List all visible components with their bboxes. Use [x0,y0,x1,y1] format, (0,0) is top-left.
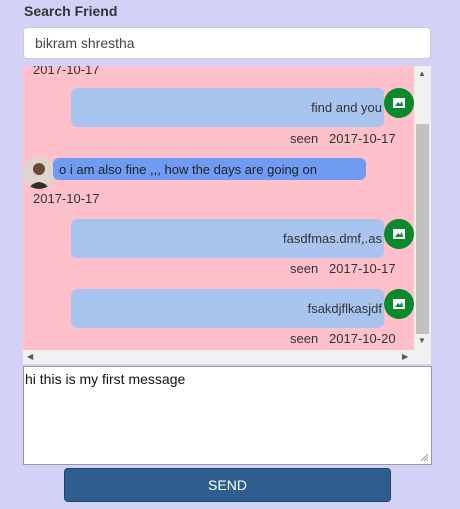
scroll-up-arrow-icon[interactable]: ▲ [418,69,426,79]
sender-avatar-icon [384,289,414,319]
search-input[interactable] [23,27,431,59]
horizontal-scrollbar[interactable]: ◀ ▶ [23,350,431,364]
message-text: fasdfmas.dmf,.as [283,231,382,246]
vertical-scrollbar[interactable]: ▲ ▼ [414,66,431,350]
message-textarea[interactable]: hi this is my first message [23,366,432,465]
seen-status: seen 2017-10-17 [290,131,396,146]
seen-status: seen 2017-10-17 [290,261,396,276]
vertical-scroll-thumb[interactable] [416,124,429,334]
sent-message-bubble: fasdfmas.dmf,.as [71,219,384,258]
sender-avatar-icon [384,219,414,249]
top-date: 2017-10-17 [33,66,100,77]
received-message-bubble: o i am also fine ,,, how the days are go… [53,158,366,180]
friend-avatar [23,157,55,189]
sender-avatar-icon [384,88,414,118]
message-area: 2017-10-17 find and you seen 2017-10-17 … [23,66,414,350]
scroll-left-arrow-icon[interactable]: ◀ [27,352,33,362]
scroll-right-arrow-icon[interactable]: ▶ [402,352,408,362]
resize-grip-icon[interactable] [419,452,429,462]
message-text: fsakdjflkasjdf [307,301,382,316]
seen-status: seen 2017-10-20 [290,331,396,346]
message-text: find and you [311,100,382,115]
send-button[interactable]: SEND [64,468,391,502]
chat-panel[interactable]: 2017-10-17 find and you seen 2017-10-17 … [23,66,431,364]
sent-message-bubble: fsakdjflkasjdf [71,289,384,328]
received-date: 2017-10-17 [33,191,100,206]
search-label: Search Friend [24,3,118,19]
message-text: o i am also fine ,,, how the days are go… [59,161,317,177]
sent-message-bubble: find and you [71,88,384,127]
scroll-down-arrow-icon[interactable]: ▼ [418,336,426,346]
